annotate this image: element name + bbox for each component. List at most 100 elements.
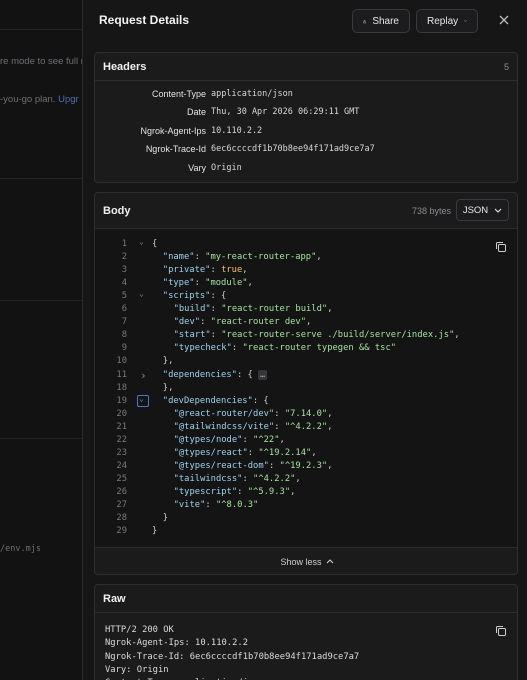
code-line: 24 "@types/react-dom": "^19.2.3", bbox=[95, 460, 517, 473]
format-select[interactable]: JSON bbox=[456, 199, 509, 221]
code-content: { bbox=[152, 238, 157, 251]
code-line: 9 "typecheck": "react-router typegen && t… bbox=[95, 342, 517, 355]
collapsed-ellipsis[interactable]: … bbox=[258, 369, 267, 380]
code-line: 10}, bbox=[95, 355, 517, 368]
code-content: "devDependencies": { bbox=[163, 395, 269, 408]
line-number: 25 bbox=[116, 473, 127, 484]
code-content: "dependencies": { … bbox=[163, 369, 267, 382]
header-row: Ngrok-Trace-Id 6ec6ccccdf1b70b8ee94f171ad… bbox=[95, 141, 517, 159]
divider bbox=[0, 300, 82, 301]
expand-chevron-icon[interactable]: › bbox=[140, 369, 150, 382]
code-content: "@types/react-dom": "^19.2.3", bbox=[174, 460, 333, 473]
header-row: Date Thu, 30 Apr 2026 06:29:11 GMT bbox=[95, 104, 517, 122]
code-token: true bbox=[221, 265, 243, 276]
share-icon bbox=[363, 19, 366, 23]
raw-line: Vary: Origin bbox=[105, 664, 169, 675]
code-token: , bbox=[454, 330, 460, 341]
code-token: "type" bbox=[162, 278, 195, 289]
code-token: , bbox=[327, 304, 333, 315]
code-content: "@react-router/dev": "7.14.0", bbox=[174, 408, 333, 421]
code-line: 8 "start": "react-router-serve ./build/se… bbox=[95, 329, 517, 342]
code-token: , bbox=[242, 265, 248, 276]
line-number: 11 bbox=[116, 369, 127, 380]
code-token: "private" bbox=[162, 265, 211, 276]
show-less-button[interactable]: Show less bbox=[95, 547, 517, 574]
collapse-chevron-icon[interactable]: ⌄ bbox=[139, 392, 149, 405]
code-line: 6 "build": "react-router build", bbox=[95, 303, 517, 316]
code-content: "dev": "react-router dev", bbox=[174, 316, 312, 329]
body-card-header: Body 738 bytes JSON bbox=[95, 193, 517, 229]
upgrade-link[interactable]: Upgr bbox=[58, 94, 79, 105]
chevron-down-icon bbox=[464, 20, 467, 22]
code-token: "^5.9.3" bbox=[247, 486, 291, 497]
raw-response[interactable]: HTTP/2 200 OK Ngrok-Agent-Ips: 10.110.2.2… bbox=[95, 613, 517, 680]
code-token: "build" bbox=[173, 304, 211, 315]
code-token: "^4.2.2" bbox=[253, 473, 296, 484]
background-plan-text: -you-go plan. Upgr bbox=[0, 94, 79, 105]
line-number: 1 bbox=[121, 239, 127, 249]
code-line: 18}, bbox=[95, 382, 517, 395]
raw-line: HTTP/2 200 OK bbox=[105, 625, 174, 635]
code-token: : bbox=[274, 421, 285, 432]
code-token: "dev" bbox=[173, 317, 201, 328]
header-key: Ngrok-Agent-Ips bbox=[140, 125, 206, 136]
code-token: "^22" bbox=[253, 434, 280, 445]
code-token: "@types/react" bbox=[173, 447, 248, 458]
code-content: } bbox=[163, 512, 168, 525]
divider bbox=[0, 178, 82, 179]
header-value: 6ec6ccccdf1b70b8ee94f171ad9ce7a7 bbox=[211, 144, 375, 155]
code-token: "name" bbox=[162, 252, 195, 263]
code-token: "react-router build" bbox=[221, 304, 328, 315]
replay-button[interactable]: Replay bbox=[416, 9, 478, 33]
code-token: }, bbox=[162, 356, 174, 367]
header-key: Ngrok-Trace-Id bbox=[145, 144, 206, 155]
header-value: 10.110.2.2 bbox=[211, 125, 263, 136]
format-value: JSON bbox=[462, 204, 489, 216]
code-token: : bbox=[194, 252, 206, 263]
code-content: "name": "my-react-router-app", bbox=[163, 251, 322, 264]
close-icon[interactable] bbox=[497, 13, 511, 27]
code-token: "react-router-serve ./build/server/index… bbox=[221, 330, 455, 341]
code-token: , bbox=[327, 421, 333, 432]
line-number: 22 bbox=[116, 434, 127, 445]
share-button[interactable]: Share bbox=[352, 9, 410, 33]
copy-icon[interactable] bbox=[495, 625, 507, 637]
code-line: 22 "@types/node": "^22", bbox=[95, 434, 517, 447]
code-content: "start": "react-router-serve ./build/ser… bbox=[174, 329, 460, 342]
code-token: : bbox=[210, 265, 222, 276]
code-content: "type": "module", bbox=[163, 277, 253, 290]
code-line: 11 › "dependencies": { … bbox=[95, 369, 517, 382]
code-token: }, bbox=[162, 382, 174, 393]
collapse-chevron-icon[interactable]: ⌄ bbox=[139, 235, 149, 248]
code-token: : bbox=[205, 500, 216, 510]
code-line: 1 ⌄{ bbox=[95, 235, 517, 251]
header-key: Content-Type bbox=[151, 89, 206, 99]
code-token: : { bbox=[236, 369, 259, 380]
code-line: 2 "name": "my-react-router-app", bbox=[95, 251, 517, 264]
code-token: : bbox=[274, 408, 285, 419]
share-label: Share bbox=[372, 15, 399, 27]
code-token: , bbox=[316, 252, 322, 263]
headers-title: Headers bbox=[103, 61, 147, 73]
headers-card-header: Headers 5 bbox=[95, 53, 517, 81]
code-content: "@types/react": "^19.2.14", bbox=[174, 447, 317, 460]
line-number: 6 bbox=[121, 304, 127, 315]
raw-line: Ngrok-Trace-Id: 6ec6ccccdf1b70b8ee94f171… bbox=[105, 651, 360, 662]
line-number: 24 bbox=[116, 460, 127, 471]
header-value: application/json bbox=[211, 89, 293, 99]
code-content: "typecheck": "react-router typegen && ts… bbox=[174, 342, 396, 355]
code-token: : bbox=[194, 278, 206, 289]
code-line: 27 "vite": "^8.0.3" bbox=[95, 499, 517, 512]
panel-title: Request Details bbox=[99, 13, 190, 27]
code-token: "my-react-router-app" bbox=[205, 252, 317, 263]
collapse-chevron-icon[interactable]: ⌄ bbox=[139, 287, 149, 300]
code-token: , bbox=[327, 408, 333, 419]
json-viewer[interactable]: 1 ⌄{2 "name": "my-react-router-app", 3 "priv… bbox=[95, 229, 517, 547]
code-token: : bbox=[242, 473, 254, 484]
line-number: 3 bbox=[121, 265, 127, 276]
code-token: "vite" bbox=[173, 500, 206, 510]
line-number: 19 bbox=[116, 395, 127, 406]
headers-count: 5 bbox=[503, 62, 509, 72]
code-content: "@types/node": "^22", bbox=[174, 434, 285, 447]
line-number: 20 bbox=[116, 408, 127, 419]
